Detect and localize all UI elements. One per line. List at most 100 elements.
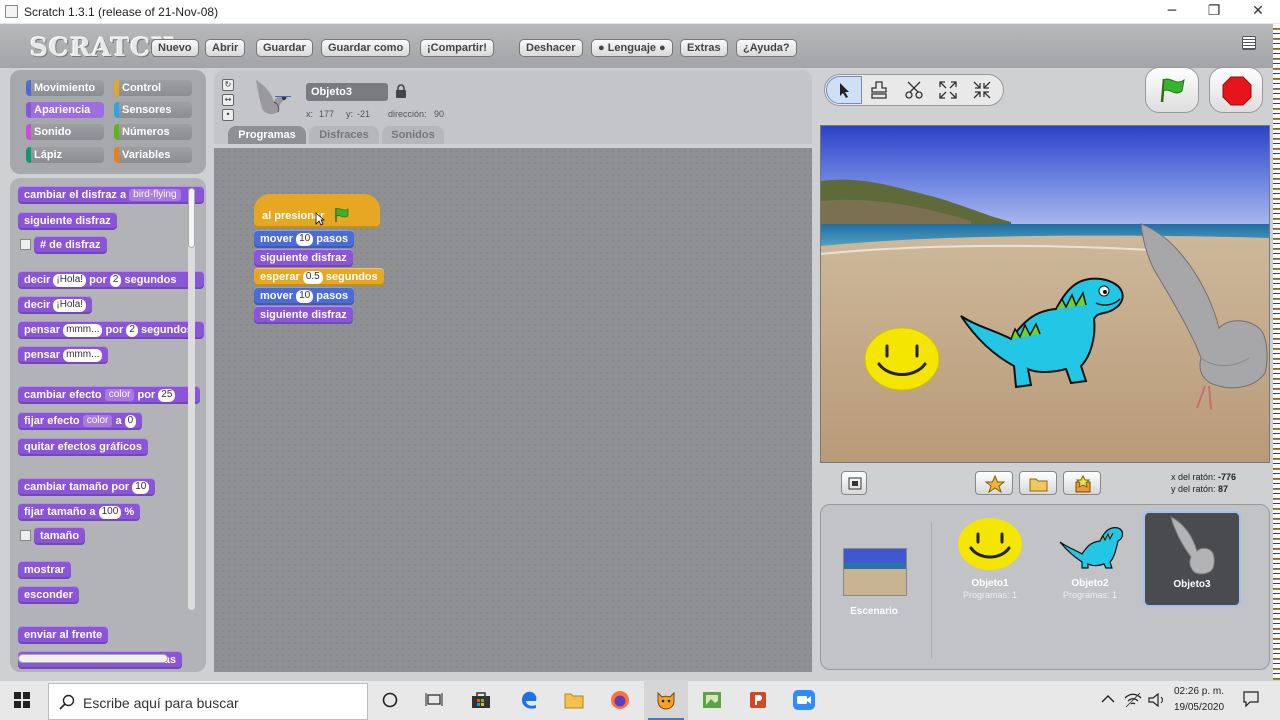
sprite-dinosaur[interactable] bbox=[956, 261, 1131, 393]
surprise-sprite-button[interactable] bbox=[1063, 471, 1101, 495]
menu-extras-button[interactable]: Extras bbox=[680, 39, 728, 57]
taskbar-scratch[interactable] bbox=[644, 680, 688, 720]
block-change-effect[interactable]: cambiar efecto color por 25 bbox=[18, 386, 200, 404]
script-move-block[interactable]: mover 10 pasos bbox=[254, 287, 355, 305]
start-button[interactable] bbox=[0, 680, 44, 720]
menu-help-button[interactable]: ¿Ayuda? bbox=[736, 39, 797, 57]
sprite-smiley-face[interactable] bbox=[863, 326, 941, 392]
corral-sprite3-selected[interactable]: Objeto3 bbox=[1143, 511, 1241, 607]
category-variables[interactable]: Variables bbox=[114, 147, 192, 163]
block-think-for[interactable]: pensar mmm... por 2 segundos bbox=[18, 321, 204, 339]
rotate-style-button[interactable]: ↻ bbox=[222, 79, 234, 91]
category-looks[interactable]: Apariencia bbox=[26, 102, 104, 118]
effect-value-field[interactable]: 0 bbox=[124, 414, 137, 428]
tab-scripts[interactable]: Programas bbox=[228, 126, 306, 144]
taskbar-firefox[interactable] bbox=[598, 680, 642, 720]
say-text-field[interactable]: ¡Hola! bbox=[53, 273, 87, 287]
taskbar-powerpoint[interactable] bbox=[736, 680, 780, 720]
green-flag-button[interactable] bbox=[1145, 67, 1199, 113]
notifications-icon[interactable] bbox=[1242, 690, 1260, 708]
block-next-costume[interactable]: siguiente disfraz bbox=[18, 212, 117, 230]
menu-save-as-button[interactable]: Guardar como bbox=[321, 39, 411, 57]
block-say-for[interactable]: decir ¡Hola! por 2 segundos bbox=[18, 271, 204, 289]
block-costume-number[interactable]: # de disfraz bbox=[34, 236, 107, 254]
corral-sprite2-thumbnail[interactable] bbox=[1058, 520, 1124, 570]
taskbar-store[interactable] bbox=[459, 680, 503, 720]
say-secs-field[interactable]: 2 bbox=[109, 273, 122, 287]
maximize-button[interactable]: ❐ bbox=[1192, 0, 1236, 24]
costume-num-checkbox[interactable] bbox=[20, 239, 31, 250]
category-pen[interactable]: Lápiz bbox=[26, 147, 104, 163]
script-next-costume-block[interactable]: siguiente disfraz bbox=[254, 306, 353, 324]
cut-tool-icon[interactable] bbox=[904, 80, 924, 100]
sprite-pigeon[interactable] bbox=[1139, 218, 1270, 414]
wifi-icon[interactable] bbox=[1124, 692, 1142, 708]
palette-vertical-scrollbar[interactable] bbox=[188, 188, 195, 610]
choose-sprite-button[interactable] bbox=[1019, 471, 1057, 495]
block-say[interactable]: decir ¡Hola! bbox=[18, 296, 93, 314]
block-go-to-front[interactable]: enviar al frente bbox=[18, 626, 109, 644]
taskbar-edge[interactable] bbox=[507, 680, 551, 720]
block-think[interactable]: pensar mmm... bbox=[18, 346, 109, 364]
effect-dropdown[interactable]: color bbox=[104, 389, 135, 402]
taskbar-clock[interactable]: 02:26 p. m. 19/05/2020 bbox=[1164, 684, 1234, 716]
menu-new-button[interactable]: Nuevo bbox=[151, 39, 199, 57]
stop-button[interactable] bbox=[1209, 67, 1263, 113]
category-numbers[interactable]: Números bbox=[114, 124, 192, 140]
script-move-block[interactable]: mover 10 pasos bbox=[254, 230, 355, 248]
move-steps-field[interactable]: 10 bbox=[296, 232, 314, 246]
move-steps-field[interactable]: 10 bbox=[296, 289, 314, 303]
shrink-tool-icon[interactable] bbox=[972, 80, 992, 100]
notes-icon[interactable] bbox=[1242, 36, 1256, 50]
lock-icon[interactable] bbox=[395, 84, 407, 98]
block-change-size[interactable]: cambiar tamaño por 10 bbox=[18, 478, 156, 496]
block-size[interactable]: tamaño bbox=[34, 527, 86, 545]
no-rotate-button[interactable]: • bbox=[222, 109, 234, 121]
close-button[interactable]: ✕ bbox=[1236, 0, 1280, 24]
think-text-field[interactable]: mmm... bbox=[63, 348, 103, 362]
stage[interactable] bbox=[820, 125, 1270, 463]
palette-scroll-thumb[interactable] bbox=[188, 188, 195, 248]
size-value-field[interactable]: 10 bbox=[132, 480, 150, 494]
stamp-tool-icon[interactable] bbox=[870, 80, 888, 100]
sprite-name-field[interactable]: Objeto3 bbox=[306, 83, 388, 101]
block-set-size[interactable]: fijar tamaño a 100 % bbox=[18, 503, 141, 521]
tab-sounds[interactable]: Sonidos bbox=[382, 126, 444, 144]
category-sensing[interactable]: Sensores bbox=[114, 102, 192, 118]
direction-indicator[interactable] bbox=[275, 96, 291, 97]
taskbar-file-explorer[interactable] bbox=[552, 680, 596, 720]
category-control[interactable]: Control bbox=[114, 80, 192, 96]
think-text-field[interactable]: mmm... bbox=[63, 323, 103, 337]
size-value-field[interactable]: 100 bbox=[98, 505, 122, 519]
wait-secs-field[interactable]: 0.5 bbox=[302, 270, 323, 284]
grow-tool-icon[interactable] bbox=[938, 80, 958, 100]
taskbar-search-box[interactable]: Escribe aquí para buscar bbox=[48, 683, 368, 720]
flip-style-button[interactable]: ↔ bbox=[222, 94, 234, 106]
stage-thumbnail[interactable] bbox=[843, 548, 907, 596]
tab-costumes[interactable]: Disfraces bbox=[309, 126, 379, 144]
size-checkbox[interactable] bbox=[20, 530, 31, 541]
block-hide[interactable]: esconder bbox=[18, 586, 79, 604]
menu-save-button[interactable]: Guardar bbox=[256, 39, 313, 57]
think-secs-field[interactable]: 2 bbox=[126, 323, 138, 337]
cortana-button[interactable] bbox=[368, 680, 412, 720]
chevron-up-icon[interactable] bbox=[1101, 694, 1115, 704]
taskbar-zoom[interactable] bbox=[782, 680, 826, 720]
effect-dropdown[interactable]: color bbox=[82, 415, 113, 428]
category-motion[interactable]: Movimiento bbox=[26, 80, 104, 96]
arrow-tool-button[interactable] bbox=[826, 76, 862, 104]
block-clear-effects[interactable]: quitar efectos gráficos bbox=[18, 438, 148, 456]
menu-undo-button[interactable]: Deshacer bbox=[519, 39, 583, 57]
corral-sprite1-thumbnail[interactable] bbox=[957, 517, 1023, 571]
costume-dropdown[interactable]: bird-flying bbox=[129, 189, 181, 202]
palette-horizontal-scrollbar[interactable] bbox=[18, 654, 168, 663]
menu-open-button[interactable]: Abrir bbox=[205, 39, 246, 57]
block-switch-costume[interactable]: cambiar el disfraz a bird-flying bbox=[18, 186, 204, 204]
block-show[interactable]: mostrar bbox=[18, 561, 71, 579]
presentation-mode-button[interactable] bbox=[841, 471, 867, 495]
category-sound[interactable]: Sonido bbox=[26, 124, 104, 140]
minimize-button[interactable]: ─ bbox=[1150, 0, 1194, 24]
menu-share-button[interactable]: ¡Compartir! bbox=[420, 39, 494, 57]
menu-language-button[interactable]: ● Lenguaje ● bbox=[591, 39, 673, 57]
say-text-field[interactable]: ¡Hola! bbox=[53, 298, 87, 312]
